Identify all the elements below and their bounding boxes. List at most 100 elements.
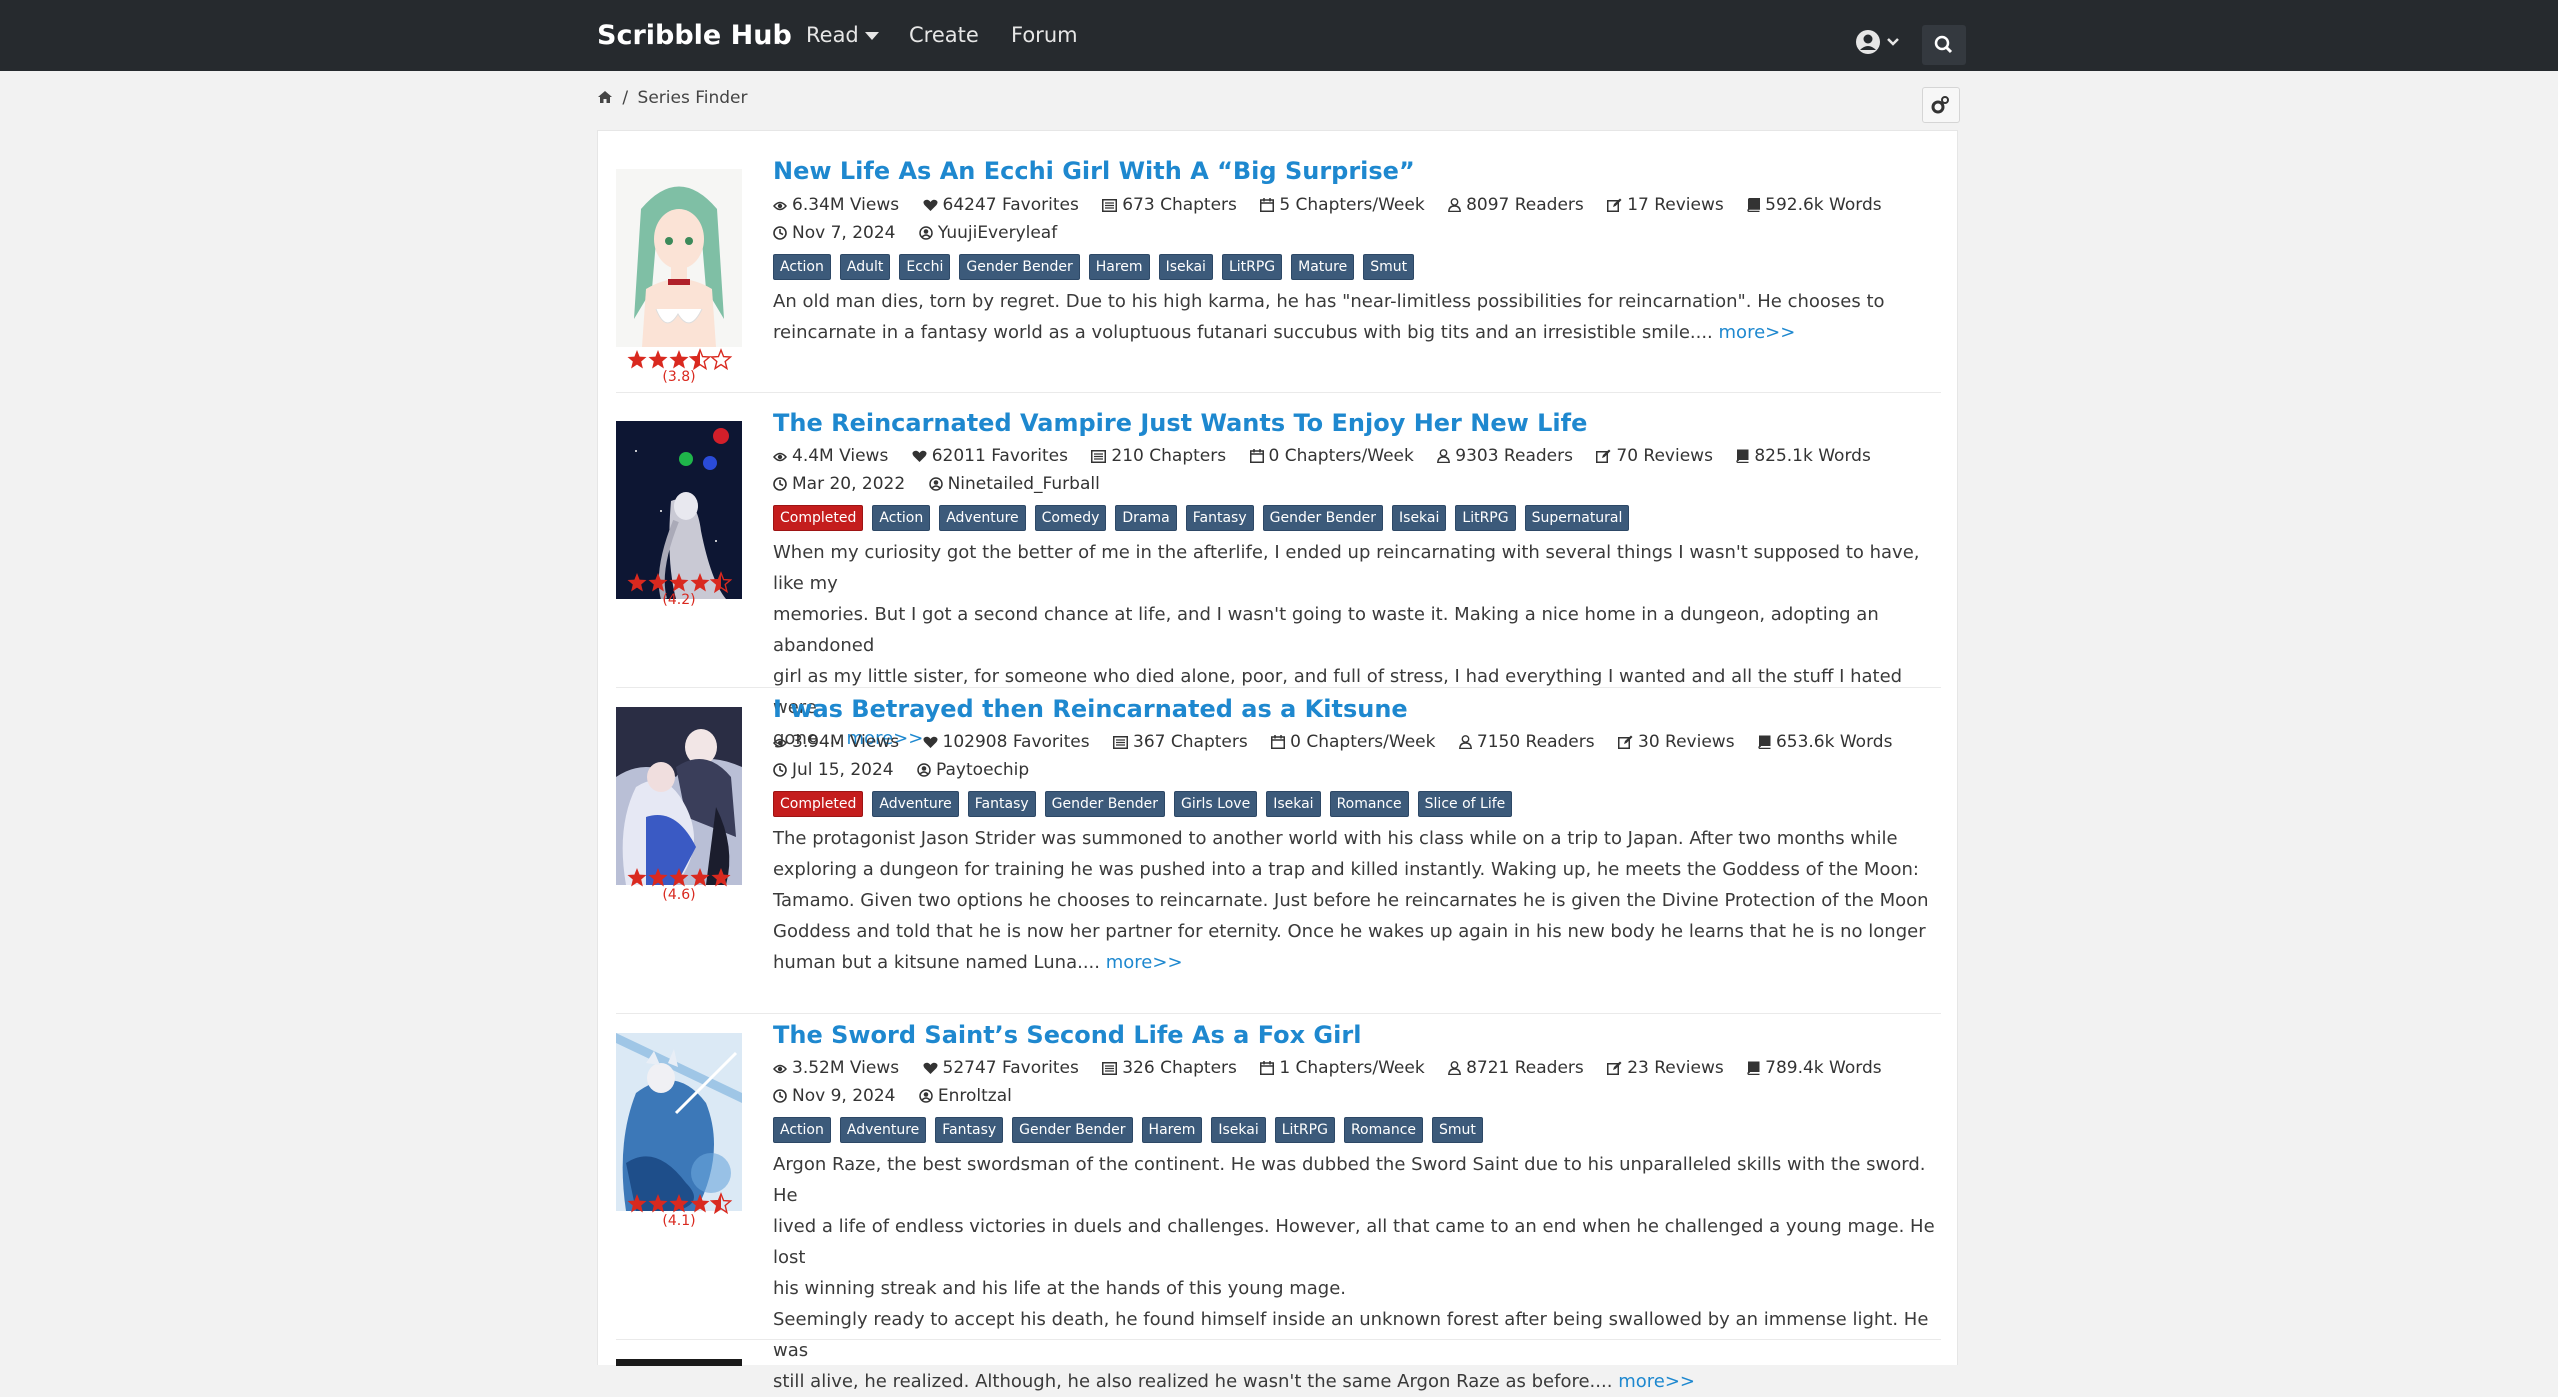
date-value: Mar 20, 2022 [792, 474, 906, 494]
more-link[interactable]: more>> [1618, 1371, 1695, 1392]
series-byline: Nov 9, 2024 Enroltzal [773, 1086, 1030, 1106]
genre-tag[interactable]: LitRPG [1274, 1117, 1335, 1143]
genre-tag[interactable]: Smut [1363, 254, 1415, 280]
words-value: 592.6k Words [1765, 195, 1882, 215]
genre-tag[interactable]: Romance [1343, 1117, 1424, 1143]
user-menu-button[interactable] [1855, 29, 1905, 55]
brand-logo[interactable]: Scribble Hub [597, 0, 792, 71]
more-link[interactable]: more>> [1719, 322, 1796, 343]
genre-tag[interactable]: Action [773, 254, 831, 280]
views-value: 3.94M Views [792, 732, 900, 752]
genre-tag[interactable]: Girls Love [1174, 791, 1258, 817]
home-icon[interactable] [597, 90, 613, 104]
genre-tag[interactable]: Gender Bender [1044, 791, 1166, 817]
genre-tag[interactable]: Harem [1088, 254, 1150, 280]
heart-icon [922, 199, 938, 211]
breadcrumb-separator: / [622, 88, 629, 108]
genre-tag[interactable]: Gender Bender [1012, 1117, 1133, 1143]
author-stat[interactable]: YuujiEveryleaf [919, 223, 1057, 243]
description-line: reincarnate in a fantasy world as a volu… [773, 322, 1713, 343]
book-icon [1747, 198, 1761, 212]
series-description: An old man dies, torn by regret. Due to … [773, 286, 1938, 348]
nav-create[interactable]: Create [909, 0, 979, 71]
author-stat[interactable]: Paytoechip [917, 760, 1029, 780]
description-line: Argon Raze, the best swordsman of the co… [773, 1154, 1926, 1206]
clock-icon [773, 226, 787, 240]
views-value: 6.34M Views [792, 195, 900, 215]
series-byline: Jul 15, 2024 Paytoechip [773, 760, 1047, 780]
series-cover[interactable] [616, 707, 742, 885]
genre-tag[interactable]: Ecchi [899, 254, 951, 280]
genre-tag[interactable]: Fantasy [967, 791, 1036, 817]
author-name: Ninetailed_Furball [947, 474, 1100, 494]
author-icon [919, 226, 933, 240]
genre-tag[interactable]: LitRPG [1221, 254, 1283, 280]
genre-tag[interactable]: Gender Bender [1262, 505, 1384, 531]
finder-settings-button[interactable] [1922, 87, 1960, 123]
genre-tag[interactable]: Isekai [1211, 1117, 1266, 1143]
favorites-value: 102908 Favorites [942, 732, 1090, 752]
favorites-value: 64247 Favorites [942, 195, 1079, 215]
genre-tag[interactable]: Adult [839, 254, 891, 280]
genre-tag[interactable]: Adventure [939, 505, 1026, 531]
reviews-stat: 17 Reviews [1607, 195, 1724, 215]
frequency-value: 0 Chapters/Week [1268, 446, 1414, 466]
genre-tag[interactable]: Smut [1432, 1117, 1483, 1143]
heart-icon [912, 450, 927, 462]
reviews-value: 23 Reviews [1627, 1058, 1724, 1078]
description-line: memories. But I got a second chance at l… [773, 604, 1879, 656]
book-icon [1758, 735, 1771, 749]
series-entry: (4.2) The Reincarnated Vampire Just Want… [598, 393, 1959, 749]
completed-badge: Completed [773, 791, 864, 817]
series-title[interactable]: I was Betrayed then Reincarnated as a Ki… [773, 695, 1408, 723]
clock-icon [773, 477, 787, 491]
author-stat[interactable]: Ninetailed_Furball [928, 474, 1100, 494]
genre-tag[interactable]: Harem [1141, 1117, 1203, 1143]
genre-tag[interactable]: Adventure [839, 1117, 927, 1143]
star-icon [627, 573, 721, 592]
date-stat: Nov 9, 2024 [773, 1086, 895, 1106]
series-title[interactable]: New Life As An Ecchi Girl With A “Big Su… [773, 157, 1415, 185]
author-icon [917, 763, 931, 777]
eye-icon [773, 452, 787, 462]
date-stat: Mar 20, 2022 [773, 474, 905, 494]
genre-tag[interactable]: Isekai [1392, 505, 1447, 531]
genre-tag[interactable]: Action [872, 505, 931, 531]
search-button[interactable] [1922, 25, 1966, 65]
calendar-icon [1260, 1061, 1275, 1075]
author-stat[interactable]: Enroltzal [919, 1086, 1012, 1106]
views-stat: 4.4M Views [773, 446, 888, 466]
genre-tag[interactable]: Adventure [872, 791, 959, 817]
genre-tag[interactable]: Fantasy [935, 1117, 1004, 1143]
genre-tag[interactable]: Slice of Life [1417, 791, 1513, 817]
genre-tag[interactable]: Gender Bender [959, 254, 1080, 280]
nav-read[interactable]: Read [806, 0, 879, 71]
genre-tag[interactable]: Mature [1291, 254, 1355, 280]
list-icon [1102, 199, 1118, 212]
user-icon [1448, 198, 1461, 212]
rating-value: (4.1) [662, 1213, 696, 1229]
genre-tag[interactable]: Isekai [1158, 254, 1213, 280]
genre-tag[interactable]: Comedy [1034, 505, 1107, 531]
series-title[interactable]: The Sword Saint’s Second Life As a Fox G… [773, 1021, 1361, 1049]
series-title[interactable]: The Reincarnated Vampire Just Wants To E… [773, 409, 1587, 437]
series-description: The protagonist Jason Strider was summon… [773, 823, 1938, 978]
series-cover[interactable] [616, 169, 742, 347]
genre-tag[interactable]: LitRPG [1455, 505, 1516, 531]
genre-tag[interactable]: Supernatural [1524, 505, 1630, 531]
description-line: The protagonist Jason Strider was summon… [773, 828, 1898, 849]
user-icon [1437, 449, 1451, 463]
author-name: Paytoechip [936, 760, 1030, 780]
readers-stat: 8097 Readers [1448, 195, 1584, 215]
genre-tag[interactable]: Romance [1329, 791, 1409, 817]
reviews-stat: 70 Reviews [1596, 446, 1713, 466]
more-link[interactable]: more>> [1106, 952, 1183, 973]
genre-tag[interactable]: Drama [1115, 505, 1177, 531]
description-line: Tamamo. Given two options he chooses to … [773, 890, 1929, 911]
genre-tag[interactable]: Isekai [1266, 791, 1321, 817]
nav-forum[interactable]: Forum [1011, 0, 1078, 71]
genre-tag[interactable]: Fantasy [1185, 505, 1254, 531]
genre-tag[interactable]: Action [773, 1117, 831, 1143]
eye-icon [773, 201, 787, 211]
series-cover[interactable] [616, 1033, 742, 1211]
